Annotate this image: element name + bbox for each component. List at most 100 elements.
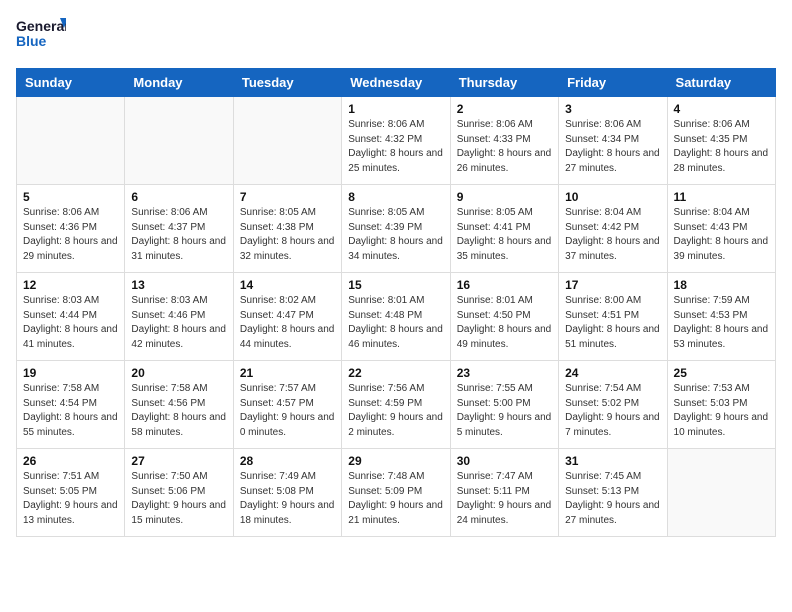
calendar-cell <box>125 97 233 185</box>
day-info: Sunrise: 7:58 AM Sunset: 4:56 PM Dayligh… <box>131 382 226 440</box>
day-info: Sunrise: 8:01 AM Sunset: 4:48 PM Dayligh… <box>348 294 443 352</box>
day-info: Sunrise: 8:06 AM Sunset: 4:34 PM Dayligh… <box>565 118 660 176</box>
calendar-cell: 18 Sunrise: 7:59 AM Sunset: 4:53 PM Dayli… <box>667 273 775 361</box>
weekday-header: Sunday <box>17 69 125 97</box>
calendar-cell <box>17 97 125 185</box>
calendar-cell: 11Sunrise: 8:04 AM Sunset: 4:43 PM Dayli… <box>667 185 775 273</box>
calendar-cell: 31 Sunrise: 7:45 AM Sunset: 5:13 PM Dayli… <box>559 449 667 537</box>
day-info: Sunrise: 8:06 AM Sunset: 4:33 PM Dayligh… <box>457 118 552 176</box>
weekday-header: Tuesday <box>233 69 341 97</box>
day-info: Sunrise: 7:57 AM Sunset: 4:57 PM Dayligh… <box>240 382 335 440</box>
weekday-header: Friday <box>559 69 667 97</box>
calendar-cell: 19 Sunrise: 7:58 AM Sunset: 4:54 PM Dayli… <box>17 361 125 449</box>
day-number: 7 <box>240 190 335 204</box>
week-row: 1 Sunrise: 8:06 AM Sunset: 4:32 PM Daylig… <box>17 97 776 185</box>
calendar-cell <box>667 449 775 537</box>
calendar-cell: 26 Sunrise: 7:51 AM Sunset: 5:05 PM Dayli… <box>17 449 125 537</box>
day-info: Sunrise: 8:05 AM Sunset: 4:39 PM Dayligh… <box>348 206 443 264</box>
day-number: 19 <box>23 366 118 380</box>
day-info: Sunrise: 8:05 AM Sunset: 4:41 PM Dayligh… <box>457 206 552 264</box>
day-info: Sunrise: 7:49 AM Sunset: 5:08 PM Dayligh… <box>240 470 335 528</box>
calendar-cell: 2 Sunrise: 8:06 AM Sunset: 4:33 PM Daylig… <box>450 97 558 185</box>
calendar-cell: 5 Sunrise: 8:06 AM Sunset: 4:36 PM Daylig… <box>17 185 125 273</box>
calendar-cell: 25Sunrise: 7:53 AM Sunset: 5:03 PM Dayli… <box>667 361 775 449</box>
logo-svg: General Blue <box>16 16 66 58</box>
day-number: 28 <box>240 454 335 468</box>
day-number: 31 <box>565 454 660 468</box>
day-info: Sunrise: 7:51 AM Sunset: 5:05 PM Dayligh… <box>23 470 118 528</box>
day-number: 22 <box>348 366 443 380</box>
calendar-cell: 8 Sunrise: 8:05 AM Sunset: 4:39 PM Daylig… <box>342 185 450 273</box>
calendar-cell: 9 Sunrise: 8:05 AM Sunset: 4:41 PM Daylig… <box>450 185 558 273</box>
day-number: 23 <box>457 366 552 380</box>
day-number: 1 <box>348 102 443 116</box>
calendar-cell: 12 Sunrise: 8:03 AM Sunset: 4:44 PM Dayli… <box>17 273 125 361</box>
day-info: Sunrise: 7:59 AM Sunset: 4:53 PM Dayligh… <box>674 294 769 352</box>
day-number: 18 <box>674 278 769 292</box>
day-info: Sunrise: 7:45 AM Sunset: 5:13 PM Dayligh… <box>565 470 660 528</box>
day-info: Sunrise: 8:06 AM Sunset: 4:36 PM Dayligh… <box>23 206 118 264</box>
day-info: Sunrise: 8:06 AM Sunset: 4:37 PM Dayligh… <box>131 206 226 264</box>
day-info: Sunrise: 8:03 AM Sunset: 4:44 PM Dayligh… <box>23 294 118 352</box>
day-number: 16 <box>457 278 552 292</box>
calendar-cell: 4 Sunrise: 8:06 AM Sunset: 4:35 PM Daylig… <box>667 97 775 185</box>
day-number: 4 <box>674 102 769 116</box>
week-row: 5 Sunrise: 8:06 AM Sunset: 4:36 PM Daylig… <box>17 185 776 273</box>
day-number: 17 <box>565 278 660 292</box>
day-info: Sunrise: 8:05 AM Sunset: 4:38 PM Dayligh… <box>240 206 335 264</box>
calendar-cell: 6 Sunrise: 8:06 AM Sunset: 4:37 PM Daylig… <box>125 185 233 273</box>
calendar-cell: 14Sunrise: 8:02 AM Sunset: 4:47 PM Dayli… <box>233 273 341 361</box>
calendar-cell: 1 Sunrise: 8:06 AM Sunset: 4:32 PM Daylig… <box>342 97 450 185</box>
day-number: 29 <box>348 454 443 468</box>
day-info: Sunrise: 8:04 AM Sunset: 4:42 PM Dayligh… <box>565 206 660 264</box>
week-row: 26 Sunrise: 7:51 AM Sunset: 5:05 PM Dayli… <box>17 449 776 537</box>
day-info: Sunrise: 8:00 AM Sunset: 4:51 PM Dayligh… <box>565 294 660 352</box>
calendar-cell: 10Sunrise: 8:04 AM Sunset: 4:42 PM Dayli… <box>559 185 667 273</box>
day-info: Sunrise: 8:02 AM Sunset: 4:47 PM Dayligh… <box>240 294 335 352</box>
day-number: 26 <box>23 454 118 468</box>
day-info: Sunrise: 7:55 AM Sunset: 5:00 PM Dayligh… <box>457 382 552 440</box>
day-number: 24 <box>565 366 660 380</box>
day-number: 2 <box>457 102 552 116</box>
day-info: Sunrise: 7:58 AM Sunset: 4:54 PM Dayligh… <box>23 382 118 440</box>
svg-text:Blue: Blue <box>16 33 47 49</box>
calendar-cell: 22 Sunrise: 7:56 AM Sunset: 4:59 PM Dayli… <box>342 361 450 449</box>
day-number: 13 <box>131 278 226 292</box>
day-info: Sunrise: 7:47 AM Sunset: 5:11 PM Dayligh… <box>457 470 552 528</box>
weekday-header-row: SundayMondayTuesdayWednesdayThursdayFrid… <box>17 69 776 97</box>
weekday-header: Monday <box>125 69 233 97</box>
calendar-cell: 13Sunrise: 8:03 AM Sunset: 4:46 PM Dayli… <box>125 273 233 361</box>
day-info: Sunrise: 7:54 AM Sunset: 5:02 PM Dayligh… <box>565 382 660 440</box>
day-info: Sunrise: 8:06 AM Sunset: 4:35 PM Dayligh… <box>674 118 769 176</box>
day-number: 8 <box>348 190 443 204</box>
day-number: 30 <box>457 454 552 468</box>
day-info: Sunrise: 7:50 AM Sunset: 5:06 PM Dayligh… <box>131 470 226 528</box>
calendar-cell: 27 Sunrise: 7:50 AM Sunset: 5:06 PM Dayli… <box>125 449 233 537</box>
calendar-cell: 23 Sunrise: 7:55 AM Sunset: 5:00 PM Dayli… <box>450 361 558 449</box>
calendar-cell <box>233 97 341 185</box>
day-number: 27 <box>131 454 226 468</box>
calendar-cell: 29 Sunrise: 7:48 AM Sunset: 5:09 PM Dayli… <box>342 449 450 537</box>
week-row: 19 Sunrise: 7:58 AM Sunset: 4:54 PM Dayli… <box>17 361 776 449</box>
day-number: 12 <box>23 278 118 292</box>
day-number: 3 <box>565 102 660 116</box>
day-info: Sunrise: 8:06 AM Sunset: 4:32 PM Dayligh… <box>348 118 443 176</box>
day-number: 6 <box>131 190 226 204</box>
page-header: General Blue <box>16 16 776 58</box>
day-number: 20 <box>131 366 226 380</box>
day-info: Sunrise: 8:01 AM Sunset: 4:50 PM Dayligh… <box>457 294 552 352</box>
day-number: 9 <box>457 190 552 204</box>
day-number: 25 <box>674 366 769 380</box>
weekday-header: Saturday <box>667 69 775 97</box>
calendar-cell: 20 Sunrise: 7:58 AM Sunset: 4:56 PM Dayli… <box>125 361 233 449</box>
calendar-cell: 16 Sunrise: 8:01 AM Sunset: 4:50 PM Dayli… <box>450 273 558 361</box>
calendar-cell: 21 Sunrise: 7:57 AM Sunset: 4:57 PM Dayli… <box>233 361 341 449</box>
day-info: Sunrise: 7:48 AM Sunset: 5:09 PM Dayligh… <box>348 470 443 528</box>
day-number: 21 <box>240 366 335 380</box>
day-info: Sunrise: 7:56 AM Sunset: 4:59 PM Dayligh… <box>348 382 443 440</box>
calendar-cell: 17 Sunrise: 8:00 AM Sunset: 4:51 PM Dayli… <box>559 273 667 361</box>
day-number: 5 <box>23 190 118 204</box>
calendar-cell: 28 Sunrise: 7:49 AM Sunset: 5:08 PM Dayli… <box>233 449 341 537</box>
weekday-header: Wednesday <box>342 69 450 97</box>
calendar-cell: 30 Sunrise: 7:47 AM Sunset: 5:11 PM Dayli… <box>450 449 558 537</box>
